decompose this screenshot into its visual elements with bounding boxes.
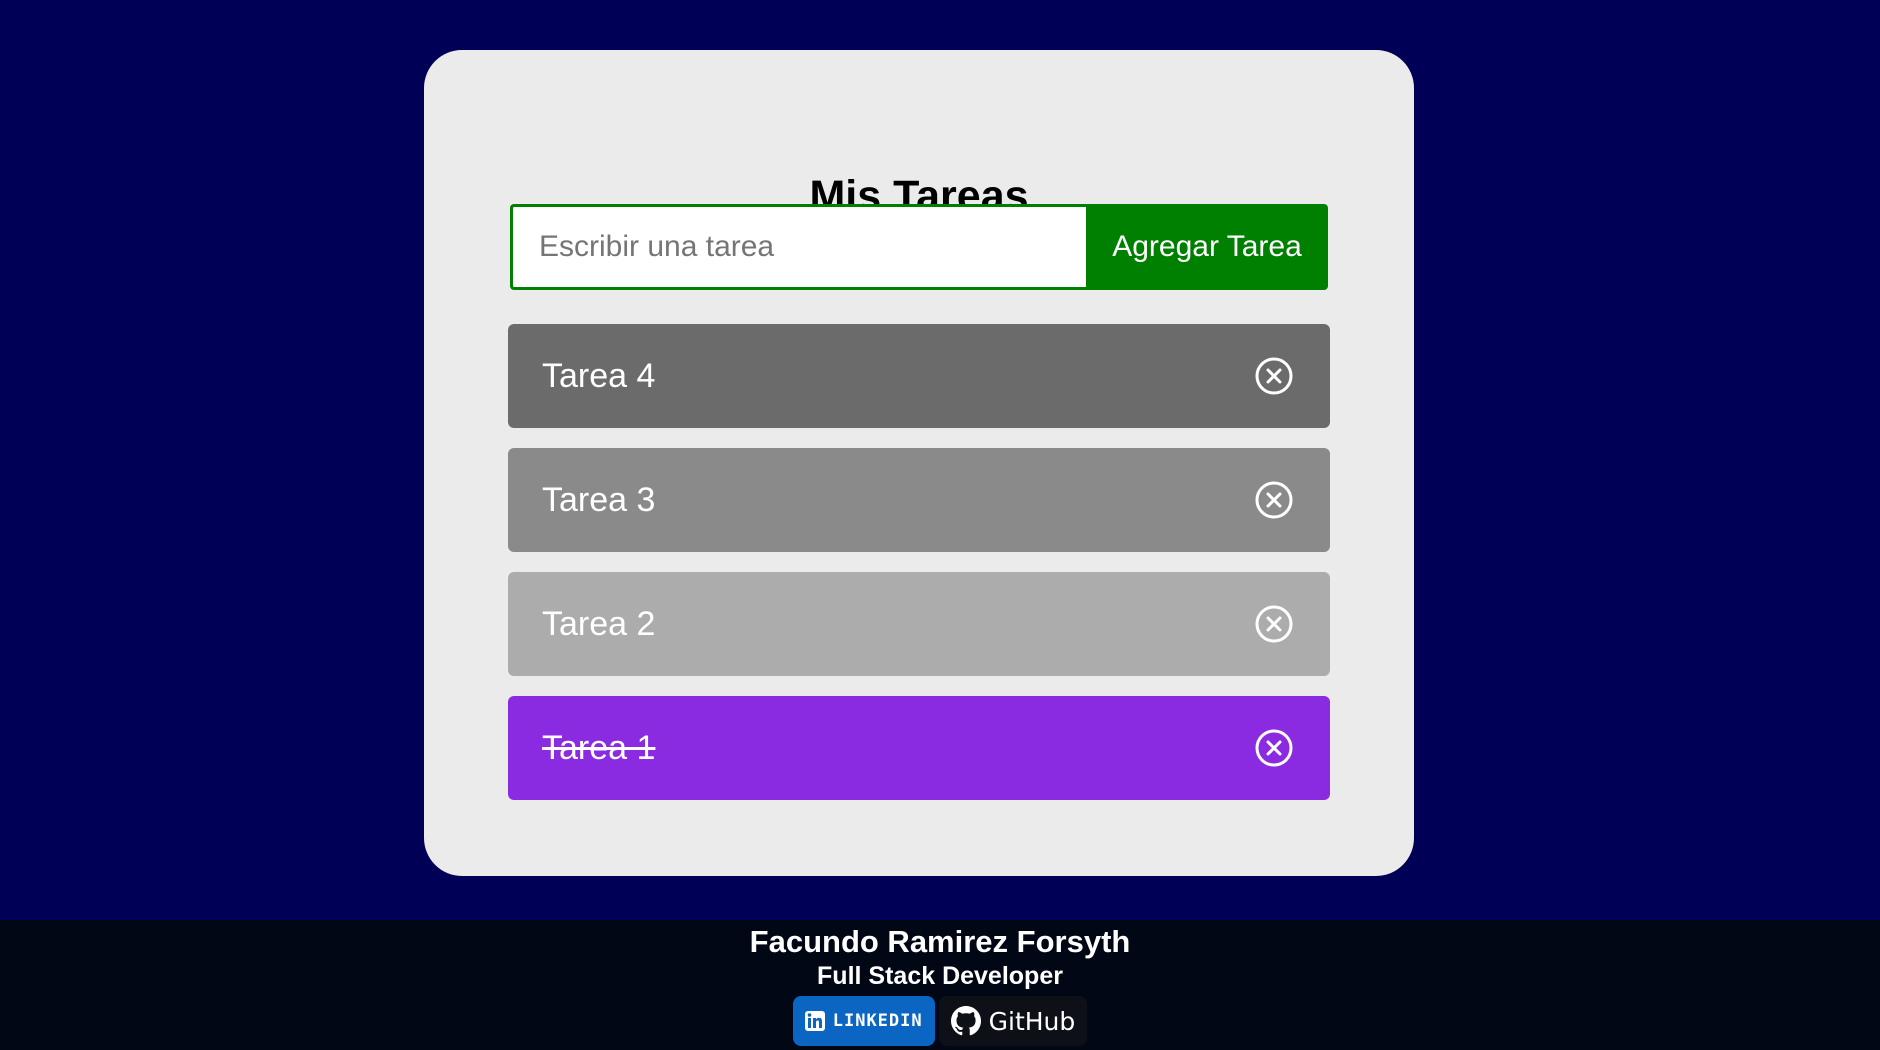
- github-icon: [950, 1006, 981, 1036]
- task-item[interactable]: Tarea 1: [508, 696, 1330, 800]
- task-label: Tarea 4: [542, 356, 656, 395]
- task-input[interactable]: [510, 204, 1086, 290]
- author-role: Full Stack Developer: [817, 962, 1063, 990]
- linkedin-icon: [804, 1011, 825, 1031]
- task-label: Tarea 1: [542, 728, 656, 767]
- linkedin-label: LINKEDIN: [832, 1011, 923, 1031]
- add-task-form: Agregar Tarea: [510, 204, 1328, 290]
- linkedin-badge[interactable]: LINKEDIN: [792, 996, 935, 1046]
- close-circle-icon[interactable]: [1254, 728, 1294, 768]
- task-list: Tarea 4 Tarea 3 Tarea 2 Tarea 1: [508, 324, 1330, 820]
- close-circle-icon[interactable]: [1254, 480, 1294, 520]
- github-badge[interactable]: GitHub: [938, 996, 1088, 1046]
- author-name: Facundo Ramirez Forsyth: [749, 924, 1131, 959]
- task-item[interactable]: Tarea 4: [508, 324, 1330, 428]
- task-label: Tarea 2: [542, 604, 656, 643]
- github-label: GitHub: [988, 1006, 1076, 1036]
- task-item[interactable]: Tarea 3: [508, 448, 1330, 552]
- footer: Facundo Ramirez Forsyth Full Stack Devel…: [0, 920, 1880, 1050]
- task-item[interactable]: Tarea 2: [508, 572, 1330, 676]
- close-circle-icon[interactable]: [1254, 356, 1294, 396]
- todo-card: Mis Tareas Agregar Tarea Tarea 4 Tarea 3…: [424, 50, 1414, 876]
- task-label: Tarea 3: [542, 480, 656, 519]
- social-links: LINKEDIN GitHub: [0, 996, 1880, 1046]
- add-task-button[interactable]: Agregar Tarea: [1086, 204, 1328, 290]
- close-circle-icon[interactable]: [1254, 604, 1294, 644]
